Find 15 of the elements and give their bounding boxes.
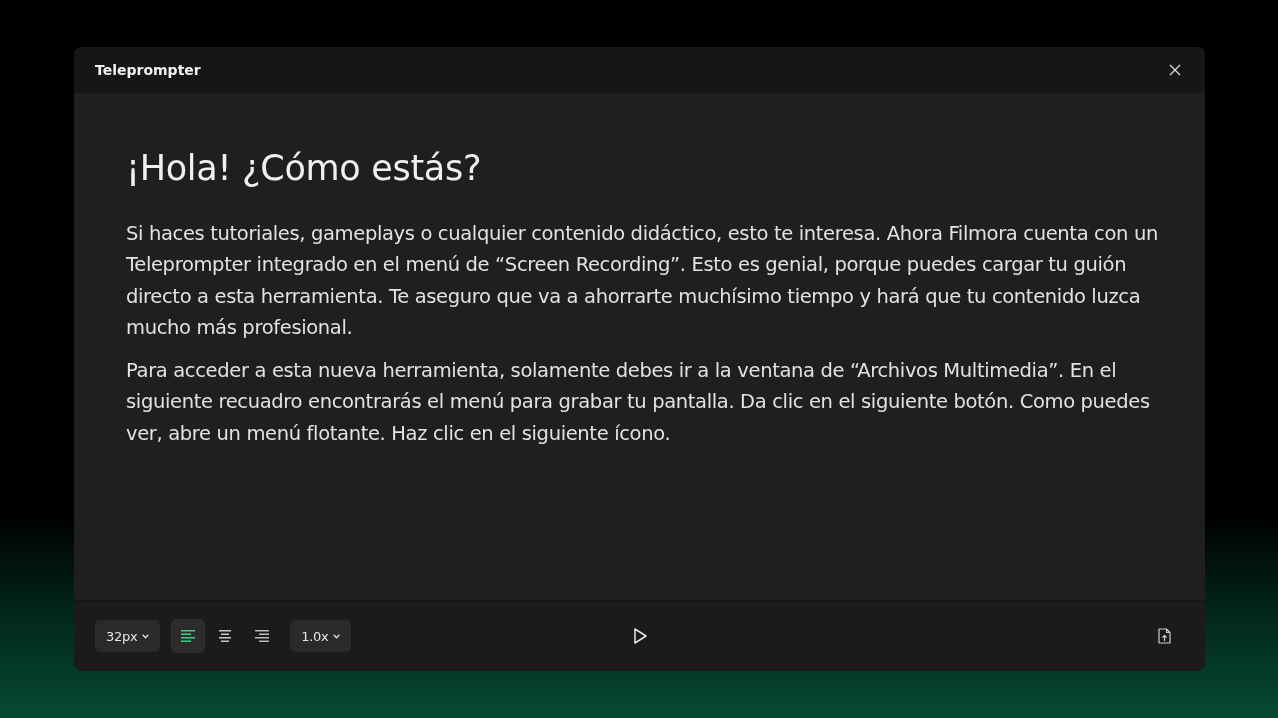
close-icon	[1169, 64, 1181, 76]
chevron-down-icon	[142, 633, 150, 639]
align-button[interactable]	[171, 619, 206, 653]
script-heading: ¡Hola! ¿Cómo estás?	[126, 148, 483, 188]
script-paragraph: Si haces tutoriales, gameplays o cualquier contenido didáctico, esto te interesa. Ahora Filmora cuenta con un Teleprompter integrado en el menú de “Screen Recording”. Esto es genial, porque puedes cargar tu guión directo a esta herramienta. Te aseguro que va a ahorrarte muchísimo tiempo y hará que tu contenido luzca mucho más profesional.	[126, 221, 1159, 341]
speed-dropdown[interactable]: 1.0x	[290, 620, 352, 652]
window-title: Teleprompter	[95, 62, 201, 78]
align-left-icon	[181, 630, 196, 642]
file-upload-icon	[1158, 628, 1171, 644]
play-icon	[634, 628, 647, 644]
align-center-icon	[218, 630, 233, 642]
font-size-dropdown[interactable]: 32px	[95, 620, 161, 652]
align-right-icon	[255, 630, 270, 642]
chevron-down-icon	[333, 633, 341, 639]
script-paragraph: Para acceder a esta nueva herramienta, solamente debes ir a la ventana de “Archivos Multimedia”. En el siguiente recuadro encontrarás el menú para grabar tu pantalla. Da clic en el siguiente botón. Como puedes ver, abre un menú flotante. Haz clic en el siguiente ícono.	[126, 358, 1151, 447]
